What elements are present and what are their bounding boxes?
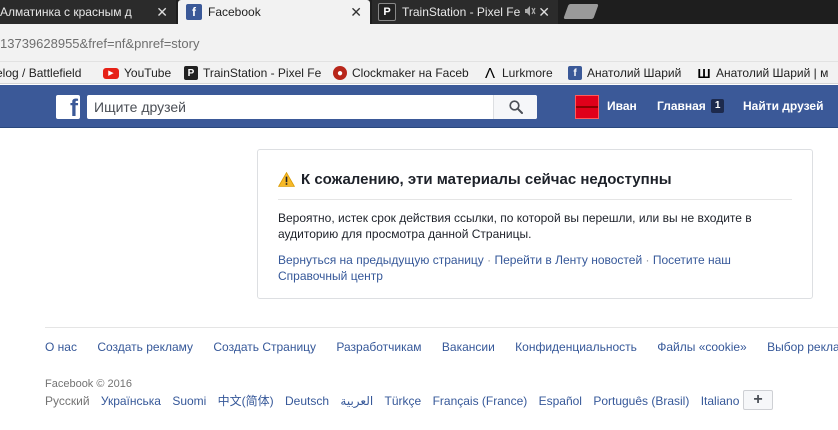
- close-icon[interactable]: ✕: [156, 4, 168, 21]
- back-link[interactable]: Вернуться на предыдущую страницу: [278, 253, 484, 267]
- mute-icon[interactable]: [524, 5, 536, 20]
- bookmark-youtube[interactable]: ▶ YouTube: [103, 64, 171, 82]
- error-description: Вероятно, истек срок действия ссылки, по…: [278, 211, 752, 241]
- bookmark-label: Анатолий Шарий | м: [716, 66, 829, 80]
- language-link[interactable]: Українська: [101, 394, 161, 408]
- language-link[interactable]: Español: [539, 394, 582, 408]
- bookmark-lurkmore[interactable]: Λ Lurkmore: [483, 64, 553, 82]
- link-separator: ·: [645, 253, 650, 267]
- bookmarks-bar: elog / Battlefield ▶ YouTube P TrainStat…: [0, 62, 838, 84]
- footer-link-privacy[interactable]: Конфиденциальность: [515, 340, 637, 354]
- clockmaker-icon: ●: [333, 66, 347, 80]
- link-separator: ·: [487, 253, 492, 267]
- close-icon[interactable]: ✕: [538, 4, 550, 21]
- facebook-logo-icon[interactable]: f: [56, 95, 80, 119]
- language-list: Русский Українська Suomi 中文(简体) Deutsch …: [45, 392, 747, 409]
- tab-label: Алматинка с красным д: [0, 5, 132, 19]
- url-text[interactable]: 13739628955&fref=nf&pnref=story: [0, 36, 199, 51]
- language-link[interactable]: Français (France): [433, 394, 528, 408]
- nav-find-friends-link[interactable]: Найти друзей: [743, 99, 823, 113]
- footer-link-developers[interactable]: Разработчикам: [336, 340, 421, 354]
- notification-badge: 1: [710, 99, 725, 113]
- language-link[interactable]: العربية: [340, 394, 373, 408]
- footer-link-careers[interactable]: Вакансии: [442, 340, 495, 354]
- language-link[interactable]: Türkçe: [385, 394, 422, 408]
- search-box: [87, 95, 537, 119]
- bookmark-sharij-facebook[interactable]: f Анатолий Шарий: [568, 64, 681, 82]
- footer-link-cookies[interactable]: Файлы «cookie»: [657, 340, 747, 354]
- bookmark-clockmaker[interactable]: ● Clockmaker на Faceb: [333, 64, 469, 82]
- bookmark-label: elog / Battlefield: [0, 66, 82, 80]
- language-current: Русский: [45, 394, 90, 408]
- search-button[interactable]: [493, 95, 537, 119]
- tab-label: TrainStation - Pixel Fe: [402, 5, 521, 19]
- language-link[interactable]: Italiano: [701, 394, 740, 408]
- footer-link-create-page[interactable]: Создать Страницу: [213, 340, 316, 354]
- address-bar[interactable]: 13739628955&fref=nf&pnref=story: [0, 24, 838, 62]
- bookmark-trainstation[interactable]: P TrainStation - Pixel Fe: [184, 64, 321, 82]
- close-icon[interactable]: ✕: [350, 4, 362, 21]
- facebook-icon: f: [568, 66, 582, 80]
- browser-tab-trainstation[interactable]: P TrainStation - Pixel Fe ✕: [372, 0, 558, 24]
- sharij-icon: Ш: [697, 65, 711, 81]
- card-heading: К сожалению, эти материалы сейчас недост…: [278, 171, 672, 188]
- search-icon: [508, 100, 523, 114]
- footer-link-create-ad[interactable]: Создать рекламу: [97, 340, 193, 354]
- bookmark-battlefield[interactable]: elog / Battlefield: [0, 64, 81, 82]
- pixel-federation-icon: P: [184, 66, 198, 80]
- browser-tab-strip: Алматинка с красным д ✕ f Facebook ✕ P T…: [0, 0, 838, 24]
- bookmark-label: TrainStation - Pixel Fe: [203, 66, 322, 80]
- content-unavailable-card: К сожалению, эти материалы сейчас недост…: [257, 149, 813, 299]
- bookmark-label: Lurkmore: [502, 66, 553, 80]
- bookmark-label: Анатолий Шарий: [587, 66, 682, 80]
- browser-tab-facebook[interactable]: f Facebook ✕: [178, 0, 370, 24]
- language-link[interactable]: Português (Brasil): [593, 394, 689, 408]
- pixel-federation-icon: P: [378, 3, 396, 21]
- browser-tab-almatinka[interactable]: Алматинка с красным д ✕: [0, 0, 176, 24]
- bookmark-sharij[interactable]: Ш Анатолий Шарий | м: [697, 64, 828, 82]
- facebook-icon: f: [186, 4, 202, 20]
- news-feed-link[interactable]: Перейти в Ленту новостей: [494, 253, 642, 267]
- language-link[interactable]: 中文(简体): [218, 394, 274, 408]
- search-input[interactable]: [87, 95, 496, 119]
- divider: [278, 199, 792, 200]
- copyright-text: Facebook © 2016: [45, 378, 132, 390]
- warning-icon: [278, 172, 295, 187]
- more-languages-button[interactable]: +: [743, 390, 773, 410]
- help-links: Вернуться на предыдущую страницу · Перей…: [278, 252, 778, 284]
- footer-links: О нас Создать рекламу Создать Страницу Р…: [45, 340, 838, 354]
- page-title: К сожалению, эти материалы сейчас недост…: [301, 171, 672, 188]
- lambda-icon: Λ: [484, 64, 496, 82]
- bookmark-label: YouTube: [124, 66, 172, 80]
- language-link[interactable]: Suomi: [172, 394, 206, 408]
- nav-home-link[interactable]: Главная 1: [657, 99, 725, 113]
- footer-divider: [45, 327, 838, 328]
- language-link[interactable]: Deutsch: [285, 394, 329, 408]
- avatar[interactable]: [575, 95, 599, 119]
- nav-profile-link[interactable]: Иван: [607, 99, 637, 113]
- youtube-icon: ▶: [103, 67, 119, 79]
- bookmark-label: Clockmaker на Faceb: [352, 66, 469, 80]
- footer-link-about[interactable]: О нас: [45, 340, 77, 354]
- footer-link-ad-choices[interactable]: Выбор рекламы: [767, 340, 838, 354]
- tab-label: Facebook: [208, 5, 261, 19]
- nav-home-label: Главная: [657, 99, 706, 113]
- new-tab-button[interactable]: [563, 4, 599, 19]
